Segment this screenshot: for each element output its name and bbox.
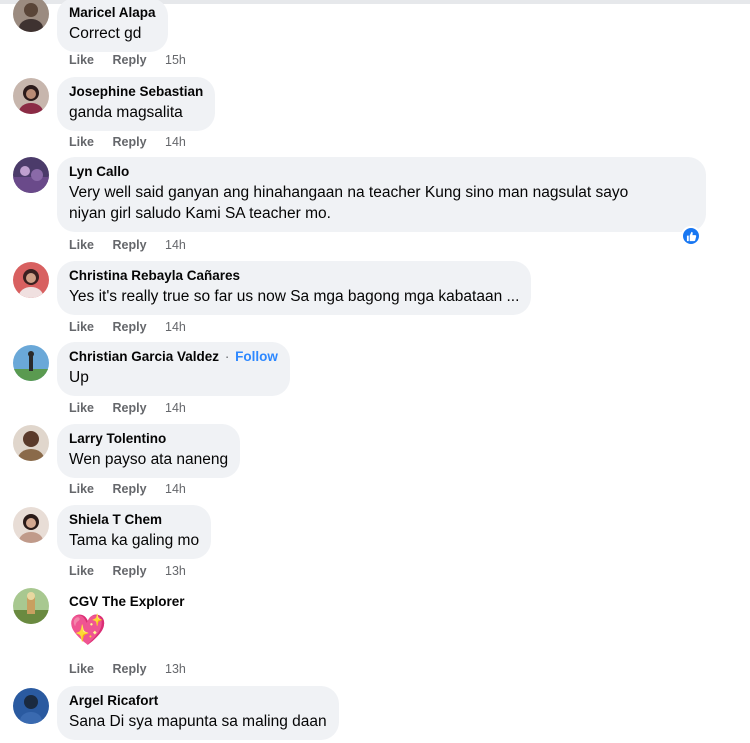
- avatar[interactable]: [13, 588, 49, 624]
- like-button[interactable]: Like: [69, 238, 94, 252]
- comment-bubble: Christina Rebayla Cañares Yes it's reall…: [57, 261, 532, 315]
- commenter-name[interactable]: Larry Tolentino: [69, 430, 228, 448]
- comment-text: Yes it's really true so far us now Sa mg…: [69, 288, 520, 305]
- comment-actions: Like Reply 14h: [69, 320, 186, 334]
- separator-dot: ·: [224, 349, 230, 364]
- comment-bubble: Lyn Callo Very well said ganyan ang hina…: [57, 157, 706, 232]
- avatar[interactable]: [13, 157, 49, 193]
- comment-text: Tama ka galing mo: [69, 532, 200, 549]
- comment-bubble: Christian Garcia Valdez · Follow Up: [57, 342, 290, 396]
- commenter-name[interactable]: Christian Garcia Valdez: [69, 349, 219, 364]
- comment-text: Up: [69, 369, 89, 386]
- sparkling-heart-emoji: 💖: [69, 614, 107, 647]
- reply-button[interactable]: Reply: [113, 135, 147, 149]
- comment-bubble: Larry Tolentino Wen payso ata naneng: [57, 424, 241, 478]
- comment-timestamp[interactable]: 14h: [165, 238, 186, 252]
- like-button[interactable]: Like: [69, 564, 94, 578]
- like-button[interactable]: Like: [69, 482, 94, 496]
- avatar[interactable]: [13, 78, 49, 114]
- comment-actions: Like Reply 14h: [69, 401, 186, 415]
- reply-button[interactable]: Reply: [113, 53, 147, 67]
- comment-text: ganda magsalita: [69, 104, 183, 121]
- comment-timestamp[interactable]: 15h: [165, 53, 186, 67]
- comment-actions: Like Reply 14h: [69, 238, 186, 252]
- comment-bubble: Shiela T Chem Tama ka galing mo: [57, 505, 212, 559]
- comment-text: Wen payso ata naneng: [69, 451, 229, 468]
- reply-button[interactable]: Reply: [113, 401, 147, 415]
- avatar[interactable]: [13, 507, 49, 543]
- like-reaction-icon[interactable]: [681, 226, 701, 246]
- follow-button[interactable]: Follow: [235, 349, 278, 364]
- commenter-name[interactable]: Argel Ricafort: [69, 692, 327, 710]
- comment-timestamp[interactable]: 14h: [165, 482, 186, 496]
- comment-timestamp[interactable]: 14h: [165, 401, 186, 415]
- like-button[interactable]: Like: [69, 135, 94, 149]
- commenter-name-row: Christian Garcia Valdez · Follow: [69, 348, 278, 366]
- comment-text-line: Very well said ganyan ang hinahangaan na…: [69, 184, 629, 201]
- comment-actions: Like Reply 14h: [69, 482, 186, 496]
- comment-timestamp[interactable]: 13h: [165, 662, 186, 676]
- comment-bubble: Maricel Alapa Correct gd: [57, 0, 168, 52]
- comment-actions: Like Reply 13h: [69, 662, 186, 676]
- commenter-name[interactable]: Christina Rebayla Cañares: [69, 267, 519, 285]
- commenter-name[interactable]: Shiela T Chem: [69, 511, 199, 529]
- comment-timestamp[interactable]: 14h: [165, 135, 186, 149]
- comment-text: Sana Di sya mapunta sa maling daan: [69, 713, 327, 730]
- commenter-name[interactable]: CGV The Explorer: [69, 593, 185, 611]
- comment-bubble: Argel Ricafort Sana Di sya mapunta sa ma…: [57, 686, 339, 740]
- reply-button[interactable]: Reply: [113, 662, 147, 676]
- comment-body: CGV The Explorer 💖: [69, 593, 185, 648]
- like-button[interactable]: Like: [69, 53, 94, 67]
- reply-button[interactable]: Reply: [113, 482, 147, 496]
- like-button[interactable]: Like: [69, 401, 94, 415]
- comment-bubble: Josephine Sebastian ganda magsalita: [57, 77, 216, 131]
- like-button[interactable]: Like: [69, 320, 94, 334]
- comment-timestamp[interactable]: 14h: [165, 320, 186, 334]
- like-button[interactable]: Like: [69, 662, 94, 676]
- commenter-name[interactable]: Lyn Callo: [69, 163, 694, 181]
- comment-text-line: niyan girl saludo Kami SA teacher mo.: [69, 205, 331, 222]
- avatar[interactable]: [13, 345, 49, 381]
- avatar[interactable]: [13, 688, 49, 724]
- comment-actions: Like Reply 14h: [69, 135, 186, 149]
- comment-actions: Like Reply 15h: [69, 53, 186, 67]
- reply-button[interactable]: Reply: [113, 238, 147, 252]
- comment-timestamp[interactable]: 13h: [165, 564, 186, 578]
- commenter-name[interactable]: Maricel Alapa: [69, 4, 156, 22]
- avatar[interactable]: [13, 425, 49, 461]
- commenter-name[interactable]: Josephine Sebastian: [69, 83, 203, 101]
- comment-actions: Like Reply 13h: [69, 564, 186, 578]
- avatar[interactable]: [13, 262, 49, 298]
- reply-button[interactable]: Reply: [113, 564, 147, 578]
- reply-button[interactable]: Reply: [113, 320, 147, 334]
- comment-text: Correct gd: [69, 25, 142, 42]
- avatar[interactable]: [13, 0, 49, 32]
